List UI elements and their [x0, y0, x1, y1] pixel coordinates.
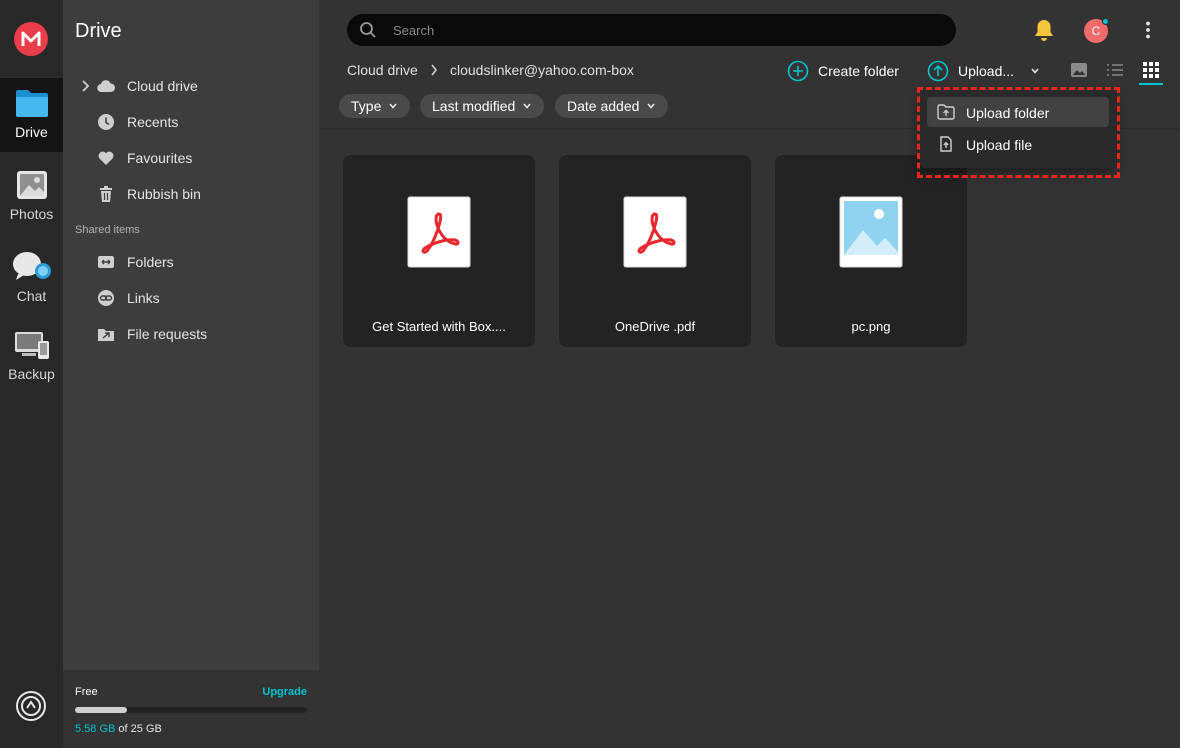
storage-panel: Free Upgrade 5.58 GB of 25 GB: [63, 670, 319, 748]
storage-usage-bar: [75, 707, 307, 713]
sidebar-title: Drive: [75, 20, 122, 42]
sidebar-item-label: File requests: [127, 326, 208, 342]
sidebar-item-file-requests[interactable]: File requests: [63, 318, 319, 350]
folder-icon: [15, 90, 48, 117]
rail-item-photos[interactable]: Photos: [0, 160, 63, 234]
clock-icon: [98, 114, 114, 130]
sidebar-item-label: Cloud drive: [127, 78, 198, 94]
sidebar-item-shared-folders[interactable]: Folders: [63, 246, 319, 278]
rail-item-drive[interactable]: Drive: [0, 78, 63, 152]
avatar-initial: C: [1091, 24, 1101, 38]
file-request-icon: [98, 329, 114, 341]
file-card[interactable]: Get Started with Box....: [343, 155, 535, 347]
upgrade-link[interactable]: Upgrade: [262, 686, 307, 698]
add-circle-icon: [787, 60, 809, 82]
chevron-down-icon: [389, 103, 397, 109]
rail-label-photos: Photos: [9, 206, 54, 222]
pdf-file-icon: [623, 196, 687, 268]
upload-folder-icon: [937, 104, 955, 120]
breadcrumb-cloud-drive[interactable]: Cloud drive: [347, 62, 418, 78]
chevron-down-icon: [647, 103, 656, 109]
chevron-down-icon: [523, 103, 531, 109]
plan-label: Free: [75, 686, 98, 698]
trash-icon: [100, 186, 112, 202]
storage-usage-fill: [75, 707, 127, 713]
backup-devices-icon: [14, 332, 49, 359]
filter-chip-last-modified[interactable]: Last modified: [420, 94, 545, 118]
sidebar-item-rubbish-bin[interactable]: Rubbish bin: [63, 178, 319, 210]
cloud-icon: [97, 80, 115, 93]
heart-icon: [98, 151, 114, 165]
rail-label-chat: Chat: [16, 288, 47, 304]
sidebar-item-favourites[interactable]: Favourites: [63, 142, 319, 174]
media-view-icon[interactable]: [1070, 61, 1088, 79]
user-avatar[interactable]: C: [1084, 18, 1109, 43]
sidebar-item-recents[interactable]: Recents: [63, 106, 319, 138]
shared-folder-icon: [98, 256, 114, 268]
sidebar-item-label: Rubbish bin: [127, 186, 201, 202]
sidebar-item-label: Favourites: [127, 150, 193, 166]
filter-chip-label: Type: [351, 98, 382, 114]
rail-item-chat[interactable]: Chat: [0, 240, 63, 314]
menu-item-upload-folder[interactable]: Upload folder: [927, 97, 1109, 127]
file-card[interactable]: pc.png: [775, 155, 967, 347]
storage-usage-text: 5.58 GB of 25 GB: [75, 723, 162, 735]
pdf-file-icon: [407, 196, 471, 268]
filter-chip-date-added[interactable]: Date added: [555, 94, 669, 118]
list-view-icon[interactable]: [1106, 61, 1124, 79]
file-card[interactable]: OneDrive .pdf: [559, 155, 751, 347]
create-folder-label: Create folder: [818, 63, 899, 79]
chevron-down-icon: [1031, 68, 1039, 74]
filter-chip-label: Date added: [567, 98, 640, 114]
shared-items-heading: Shared items: [75, 224, 140, 236]
chevron-right-icon[interactable]: [80, 79, 90, 93]
link-icon: [98, 290, 114, 306]
image-file-icon: [839, 196, 903, 268]
create-folder-button[interactable]: Create folder: [787, 59, 899, 83]
transfer-manager-icon[interactable]: [15, 690, 47, 722]
file-name: pc.png: [851, 319, 891, 334]
rail-label-backup: Backup: [8, 366, 55, 382]
more-options-icon[interactable]: [1138, 20, 1158, 40]
search-icon: [360, 22, 376, 38]
upload-dropdown-menu: Upload folder Upload file: [920, 90, 1116, 168]
upload-circle-icon: [927, 60, 949, 82]
search-bar[interactable]: [347, 14, 956, 46]
filter-chip-type[interactable]: Type: [339, 94, 411, 118]
sidebar-item-label: Links: [127, 290, 160, 306]
sidebar-item-links[interactable]: Links: [63, 282, 319, 314]
upload-label: Upload...: [958, 63, 1015, 79]
menu-item-label: Upload folder: [966, 105, 1050, 121]
grid-view-icon[interactable]: [1142, 61, 1160, 79]
menu-item-label: Upload file: [966, 137, 1033, 153]
upload-file-icon: [940, 136, 952, 152]
app-rail: Drive Photos Chat Backup: [0, 0, 63, 748]
storage-used: 5.58 GB: [75, 723, 116, 735]
sidebar-item-label: Folders: [127, 254, 174, 270]
file-name: Get Started with Box....: [372, 319, 506, 334]
mega-logo-icon[interactable]: [14, 22, 48, 56]
active-view-indicator: [1139, 83, 1163, 85]
rail-item-backup[interactable]: Backup: [0, 320, 63, 394]
chat-icon: [12, 252, 51, 280]
search-input[interactable]: [393, 14, 933, 46]
sidebar: Drive Cloud drive Recents Favourites Rub…: [63, 0, 319, 748]
photos-icon: [16, 171, 47, 199]
notifications-bell-icon[interactable]: [1033, 18, 1055, 42]
sidebar-item-label: Recents: [127, 114, 179, 130]
rail-label-drive: Drive: [15, 124, 48, 140]
storage-total: of 25 GB: [115, 723, 162, 735]
sidebar-item-cloud-drive[interactable]: Cloud drive: [63, 70, 319, 102]
upload-button[interactable]: Upload...: [927, 59, 1040, 83]
menu-item-upload-file[interactable]: Upload file: [927, 129, 1109, 159]
breadcrumb-chevron-icon: [431, 64, 438, 76]
file-name: OneDrive .pdf: [614, 319, 696, 334]
online-status-dot: [1102, 18, 1109, 25]
filter-chip-label: Last modified: [432, 98, 516, 114]
breadcrumb-current-folder[interactable]: cloudslinker@yahoo.com-box: [450, 62, 634, 78]
